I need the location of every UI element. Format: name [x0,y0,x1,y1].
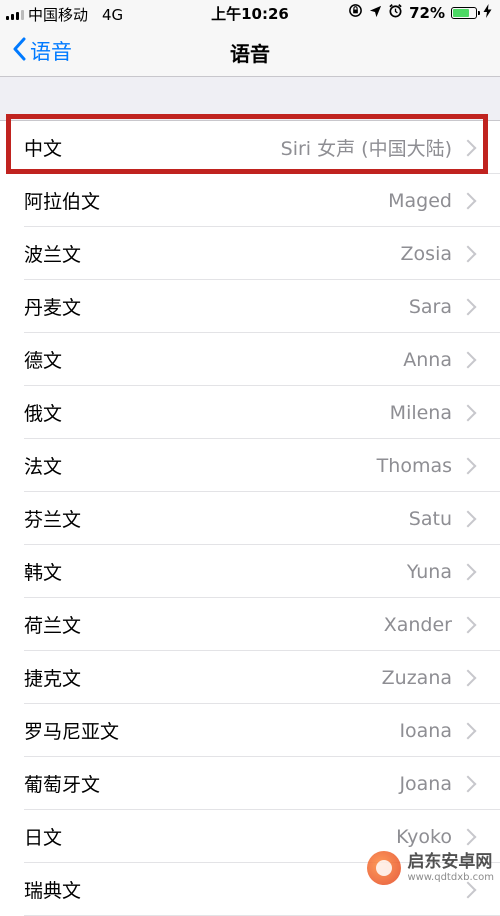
row-value: Kyoko [396,825,452,848]
charging-icon [483,3,492,22]
watermark-url: www.qdtdxb.com [407,871,494,883]
battery-percent: 72% [409,3,445,22]
row-value: Zosia [400,242,452,265]
list-item-dutch[interactable]: 荷兰文 Xander [0,598,500,651]
page-title: 语音 [230,42,270,66]
list-item-french[interactable]: 法文 Thomas [0,439,500,492]
row-value: Satu [408,507,452,530]
list-item-danish[interactable]: 丹麦文 Sara [0,280,500,333]
row-value: Xander [383,613,452,636]
list-item-russian[interactable]: 俄文 Milena [0,386,500,439]
watermark-logo-icon [367,851,402,885]
list-item-polish[interactable]: 波兰文 Zosia [0,227,500,280]
chevron-right-icon [459,457,477,474]
row-label: 捷克文 [24,668,82,690]
list-item-finnish[interactable]: 芬兰文 Satu [0,492,500,545]
status-right: 72% [348,3,492,22]
row-label: 德文 [24,350,63,372]
chevron-right-icon [459,245,477,262]
row-label: 波兰文 [24,244,82,266]
list-item-arabic[interactable]: 阿拉伯文 Maged [0,174,500,227]
row-value: Anna [403,348,452,371]
list-item-romanian[interactable]: 罗马尼亚文 Ioana [0,704,500,757]
row-label: 芬兰文 [24,509,82,531]
row-value: Yuna [406,560,452,583]
row-label: 阿拉伯文 [24,191,101,213]
row-value: Zuzana [381,666,452,689]
row-value: Siri 女声 (中国大陆) [280,138,452,160]
battery-icon [451,6,480,19]
status-bar: 中国移动 4G 上午10:26 72% [0,0,500,26]
row-value: Milena [389,401,452,424]
chevron-right-icon [459,775,477,792]
row-label: 葡萄牙文 [24,774,101,796]
chevron-right-icon [459,351,477,368]
chevron-right-icon [459,722,477,739]
location-icon [369,4,382,22]
chevron-right-icon [459,139,477,156]
battery-fill [453,8,469,17]
row-value: Joana [399,772,452,795]
row-label: 罗马尼亚文 [24,721,120,743]
row-value: Maged [388,189,452,212]
row-label: 丹麦文 [24,297,82,319]
chevron-right-icon [459,616,477,633]
rotation-lock-icon [348,3,363,22]
alarm-icon [388,3,403,22]
language-voice-list: 中文 Siri 女声 (中国大陆) 阿拉伯文 Maged 波兰文 Zosia 丹… [0,120,500,916]
row-label: 中文 [24,138,63,160]
row-label: 荷兰文 [24,615,82,637]
chevron-right-icon [459,828,477,845]
list-item-chinese[interactable]: 中文 Siri 女声 (中国大陆) [0,121,500,174]
watermark-name: 启东安卓网 [407,852,493,873]
row-value: Ioana [399,719,452,742]
chevron-right-icon [459,192,477,209]
row-label: 韩文 [24,562,63,584]
watermark: 启东安卓网 www.qdtdxb.com [367,851,494,885]
row-label: 日文 [24,827,63,849]
chevron-right-icon [459,298,477,315]
row-label: 法文 [24,456,63,478]
row-value: Thomas [376,454,452,477]
chevron-right-icon [459,669,477,686]
row-label: 俄文 [24,403,63,425]
list-item-german[interactable]: 德文 Anna [0,333,500,386]
row-value: Sara [408,295,452,318]
row-label: 瑞典文 [24,880,82,902]
watermark-text: 启东安卓网 www.qdtdxb.com [407,853,494,883]
list-item-korean[interactable]: 韩文 Yuna [0,545,500,598]
navigation-bar: 语音 语音 [0,26,500,77]
list-item-portuguese[interactable]: 葡萄牙文 Joana [0,757,500,810]
list-item-czech[interactable]: 捷克文 Zuzana [0,651,500,704]
chevron-right-icon [459,563,477,580]
chevron-right-icon [459,404,477,421]
chevron-right-icon [459,510,477,527]
